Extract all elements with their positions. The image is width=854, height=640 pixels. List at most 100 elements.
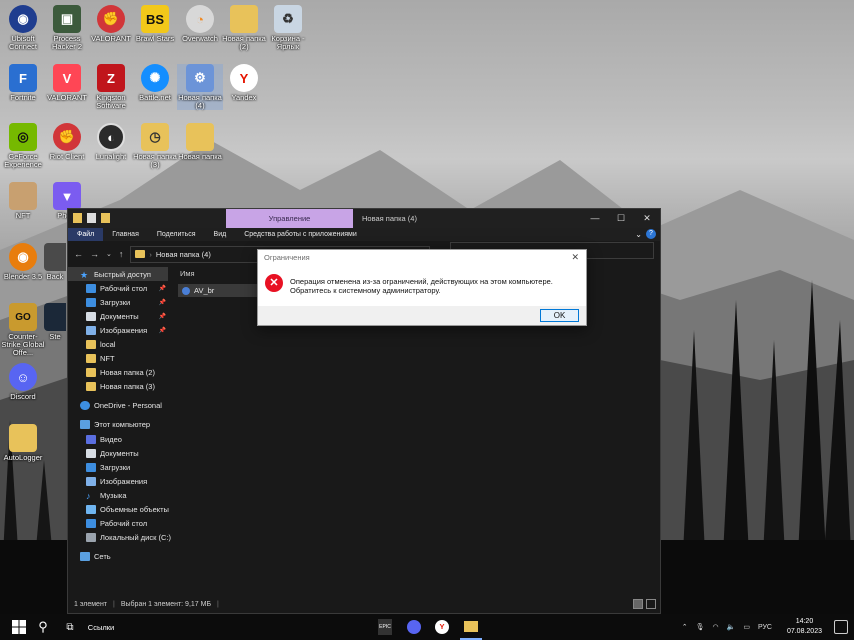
properties-icon[interactable] bbox=[87, 213, 96, 223]
desktop-icon-overwatch[interactable]: ◔ Overwatch bbox=[177, 5, 223, 43]
nav-this-pc[interactable]: Этот компьютер bbox=[68, 418, 168, 432]
nav-item-local-disk[interactable]: Локальный диск (C:) bbox=[68, 531, 171, 545]
large-icons-view-icon[interactable] bbox=[646, 599, 656, 609]
nav-item-pc-desktop[interactable]: Рабочий стол bbox=[68, 517, 168, 531]
nav-item-video[interactable]: Видео bbox=[68, 432, 168, 446]
help-icon[interactable]: ? bbox=[646, 229, 656, 239]
maximize-button[interactable]: ☐ bbox=[608, 209, 634, 228]
nav-item-folder-3[interactable]: Новая папка (3) bbox=[68, 380, 168, 394]
nav-label: Изображения bbox=[100, 325, 148, 335]
pin-icon: 📌 bbox=[158, 299, 166, 306]
nav-item-desktop[interactable]: Рабочий стол 📌 bbox=[68, 281, 168, 295]
desktop-icon-back[interactable]: Back bbox=[44, 243, 66, 281]
folder-icon bbox=[86, 382, 96, 392]
desktop-icon-brawl-stars[interactable]: BS Brawl Stars bbox=[132, 5, 178, 43]
nav-item-3d-objects[interactable]: Объемные объекты bbox=[68, 503, 169, 517]
nav-onedrive[interactable]: OneDrive - Personal bbox=[68, 399, 168, 413]
details-view-icon[interactable] bbox=[633, 599, 643, 609]
desktop-icon-folder-2[interactable]: Новая папка (2) bbox=[221, 5, 267, 51]
desktop-icon-valorant[interactable]: V VALORANT bbox=[44, 64, 90, 102]
chevron-down-icon[interactable]: ⌄ bbox=[635, 228, 642, 241]
folder-icon: ◷ bbox=[141, 123, 169, 151]
taskbar-app-explorer[interactable] bbox=[460, 614, 482, 640]
close-icon[interactable]: ✕ bbox=[571, 250, 579, 265]
tab-share[interactable]: Поделиться bbox=[148, 228, 205, 241]
links-toolbar[interactable]: Ссылки bbox=[86, 614, 116, 640]
nav-label: Рабочий стол bbox=[100, 519, 148, 529]
desktop-icon-geforce[interactable]: ◎ GeForce Experience bbox=[0, 123, 46, 169]
nav-item-documents[interactable]: Документы 📌 bbox=[68, 309, 168, 323]
forward-arrow-icon[interactable]: → bbox=[90, 249, 99, 259]
nav-item-pc-pictures[interactable]: Изображения bbox=[68, 474, 168, 488]
desktop-icon-folder[interactable]: Новая папка bbox=[177, 123, 223, 161]
file-item[interactable]: AV_br bbox=[178, 284, 258, 297]
ok-button[interactable]: OK bbox=[540, 309, 579, 322]
start-button[interactable] bbox=[8, 614, 30, 640]
desktop-icon-nft[interactable]: NFT bbox=[0, 182, 46, 220]
nav-item-pictures[interactable]: Изображения 📌 bbox=[68, 323, 168, 337]
desktop-icon-fortnite[interactable]: F Fortnite bbox=[0, 64, 46, 102]
nav-label: Музыка bbox=[100, 490, 127, 500]
nav-label: Новая папка (3) bbox=[100, 382, 155, 392]
nav-item-folder-2[interactable]: Новая папка (2) bbox=[68, 366, 168, 380]
battery-icon[interactable]: ▭ bbox=[743, 623, 750, 631]
breadcrumb[interactable]: Новая папка (4) bbox=[156, 250, 211, 259]
desktop-icon-battlenet[interactable]: ✺ Battle.net bbox=[132, 64, 178, 102]
download-icon bbox=[86, 462, 96, 472]
tab-manage[interactable]: Управление bbox=[226, 209, 353, 228]
up-arrow-icon[interactable]: ↑ bbox=[119, 249, 124, 259]
desktop-icon-autologger[interactable]: AutoLogger bbox=[0, 424, 46, 462]
close-button[interactable]: ✕ bbox=[634, 209, 660, 228]
nav-item-local[interactable]: local bbox=[68, 337, 168, 351]
wifi-icon[interactable]: ◠ bbox=[713, 623, 719, 631]
nav-network[interactable]: Сеть bbox=[68, 550, 168, 564]
desktop-icon-lunalight[interactable]: ◐ Lunalight bbox=[88, 123, 134, 161]
nav-item-pc-documents[interactable]: Документы bbox=[68, 446, 168, 460]
taskbar-app-yandex[interactable]: Y bbox=[432, 614, 452, 640]
desktop-icon-discord[interactable]: ☺ Discord bbox=[0, 363, 46, 401]
chevron-up-icon[interactable]: ⌃ bbox=[682, 623, 688, 631]
tab-app-tools[interactable]: Средства работы с приложениями bbox=[235, 228, 366, 241]
minimize-button[interactable]: — bbox=[582, 209, 608, 228]
desktop-icon-riot-client[interactable]: ✊ Riot Client bbox=[44, 123, 90, 161]
process-hacker-icon: ▣ bbox=[53, 5, 81, 33]
taskbar-app-discord[interactable] bbox=[404, 614, 424, 640]
language-indicator[interactable]: РУС bbox=[758, 624, 772, 631]
task-view-button[interactable]: ⧉ bbox=[60, 614, 80, 640]
desktop-icon-steam[interactable]: Ste bbox=[44, 303, 66, 341]
nav-item-nft[interactable]: NFT bbox=[68, 352, 168, 366]
notification-icon[interactable] bbox=[834, 620, 848, 634]
chevron-down-icon[interactable]: ⌄ bbox=[106, 250, 112, 258]
back-arrow-icon[interactable]: ← bbox=[74, 249, 83, 259]
window-controls: — ☐ ✕ bbox=[582, 209, 660, 228]
nav-item-downloads[interactable]: Загрузки 📌 bbox=[68, 295, 168, 309]
tab-home[interactable]: Главная bbox=[103, 228, 148, 241]
desktop-icon-recycle-bin[interactable]: ♻ Корзина - Ярлык bbox=[265, 5, 311, 51]
nav-item-pc-downloads[interactable]: Загрузки bbox=[68, 460, 168, 474]
tab-file[interactable]: Файл bbox=[68, 228, 104, 241]
new-folder-icon[interactable] bbox=[101, 213, 110, 223]
clock[interactable]: 14:20 07.08.2023 bbox=[787, 617, 822, 637]
desktop-icon-kingston[interactable]: Z Kingston Software bbox=[88, 64, 134, 110]
volume-icon[interactable]: 🔈 bbox=[727, 623, 736, 631]
desktop-icon-folder-4[interactable]: ⚙ Новая папка (4) bbox=[177, 64, 223, 110]
column-header-name[interactable]: Имя bbox=[180, 269, 195, 278]
tab-view[interactable]: Вид bbox=[205, 228, 236, 241]
battlenet-icon: ✺ bbox=[141, 64, 169, 92]
desktop-icon-ubisoft[interactable]: ◉ Ubisoft Connect bbox=[0, 5, 46, 51]
desktop-icon-csgo[interactable]: GO Counter-Strike Global Offe... bbox=[0, 303, 46, 357]
back-icon bbox=[44, 243, 66, 271]
steam-icon bbox=[44, 303, 66, 331]
drive-icon bbox=[86, 533, 96, 543]
nav-item-music[interactable]: ♪ Музыка bbox=[68, 488, 168, 502]
desktop-icon-process-hacker[interactable]: ▣ Process Hacker 2 bbox=[44, 5, 90, 51]
desktop-icon-blender[interactable]: ◉ Blender 3.5 bbox=[0, 243, 46, 281]
taskbar-app-epic[interactable]: EPIC bbox=[375, 614, 395, 640]
desktop-icon-yandex[interactable]: Y Yandex bbox=[221, 64, 267, 102]
nav-quick-access[interactable]: ★ Быстрый доступ bbox=[68, 267, 168, 282]
search-button[interactable]: ⚲ bbox=[32, 614, 54, 640]
selection-info: Выбран 1 элемент: 9,17 МБ bbox=[120, 600, 212, 608]
microphone-icon[interactable]: 🎙 bbox=[696, 623, 705, 631]
desktop-icon-valorant-riot[interactable]: ✊ VALORANT bbox=[88, 5, 134, 43]
desktop-icon-folder-3[interactable]: ◷ Новая папка (3) bbox=[132, 123, 178, 169]
